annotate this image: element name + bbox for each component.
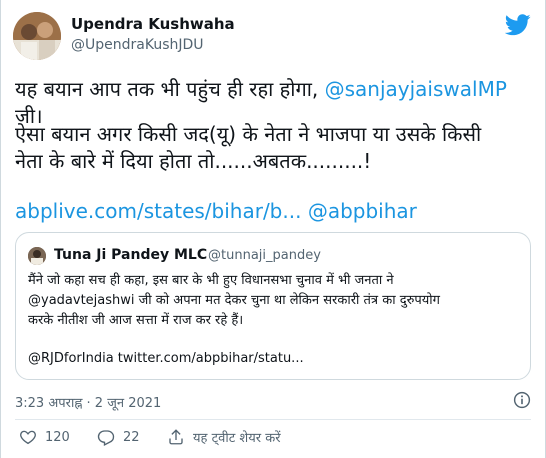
quoted-links: @RJDforIndia twitter.com/abpbihar/statu.… [28,351,304,366]
quoted-text: मैंने जो कहा सच ही कहा, इस बार के भी हुए… [28,271,520,331]
heart-icon [20,430,36,445]
author-name[interactable]: Upendra Kushwaha [71,15,235,33]
like-button[interactable]: 120 [19,428,70,446]
avatar-image [13,12,61,60]
share-icon [169,429,183,445]
quoted-avatar[interactable] [28,247,46,265]
tweet-timestamp[interactable]: 3:23 अपराह्न · 2 जून 2021 [15,393,161,411]
reply-icon [97,430,115,446]
like-count: 120 [45,429,70,445]
tweet-actions: 120 22 यह ट्वीट शेयर करें [1,428,546,454]
tweet-card: Upendra Kushwaha @UpendraKushJDU यह बयान… [0,0,546,458]
twitter-bird-icon[interactable] [505,14,531,36]
article-link[interactable]: abplive.com/states/bihar/b... [15,199,301,223]
quoted-author-name[interactable]: Tuna Ji Pandey MLC [54,247,207,263]
tweet-text-paragraph-2: ऐसा बयान अगर किसी जद(यू) के नेता ने भाजप… [15,121,535,175]
tweet-text-segment: यह बयान आप तक भी पहुंच ही रहा होगा, [15,77,325,101]
divider [15,419,531,420]
quoted-text-line-2: @yadavtejashwi जी को अपना मत देकर चुना थ… [28,293,440,308]
quoted-text-line-1: मैंने जो कहा सच ही कहा, इस बार के भी हुए… [28,273,394,288]
quoted-avatar-image [28,247,46,265]
reply-count: 22 [123,429,140,445]
author-handle[interactable]: @UpendraKushJDU [71,37,204,53]
mention-link[interactable]: @abpbihar [308,199,417,223]
quoted-tweet[interactable]: Tuna Ji Pandey MLC @tunnaji_pandey मैंने… [15,232,531,380]
quoted-author-handle[interactable]: @tunnaji_pandey [208,248,321,263]
info-icon[interactable] [513,391,531,409]
author-avatar[interactable] [13,12,61,60]
reply-button[interactable]: 22 [97,428,140,446]
share-button[interactable]: यह ट्वीट शेयर करें [167,428,281,446]
tweet-text-line-3: नेता के बारे में दिया होता तो......अबतक.… [15,149,372,173]
tweet-text-line-2: ऐसा बयान अगर किसी जद(यू) के नेता ने भाजप… [15,122,482,146]
share-label: यह ट्वीट शेयर करें [193,431,281,446]
quoted-text-line-3: करके नीतीश जी आज सत्ता में राज कर रहे है… [28,313,244,328]
tweet-text-links: abplive.com/states/bihar/b... @abpbihar [15,198,535,225]
mention-link[interactable]: @sanjayjaiswalMP [325,77,507,101]
